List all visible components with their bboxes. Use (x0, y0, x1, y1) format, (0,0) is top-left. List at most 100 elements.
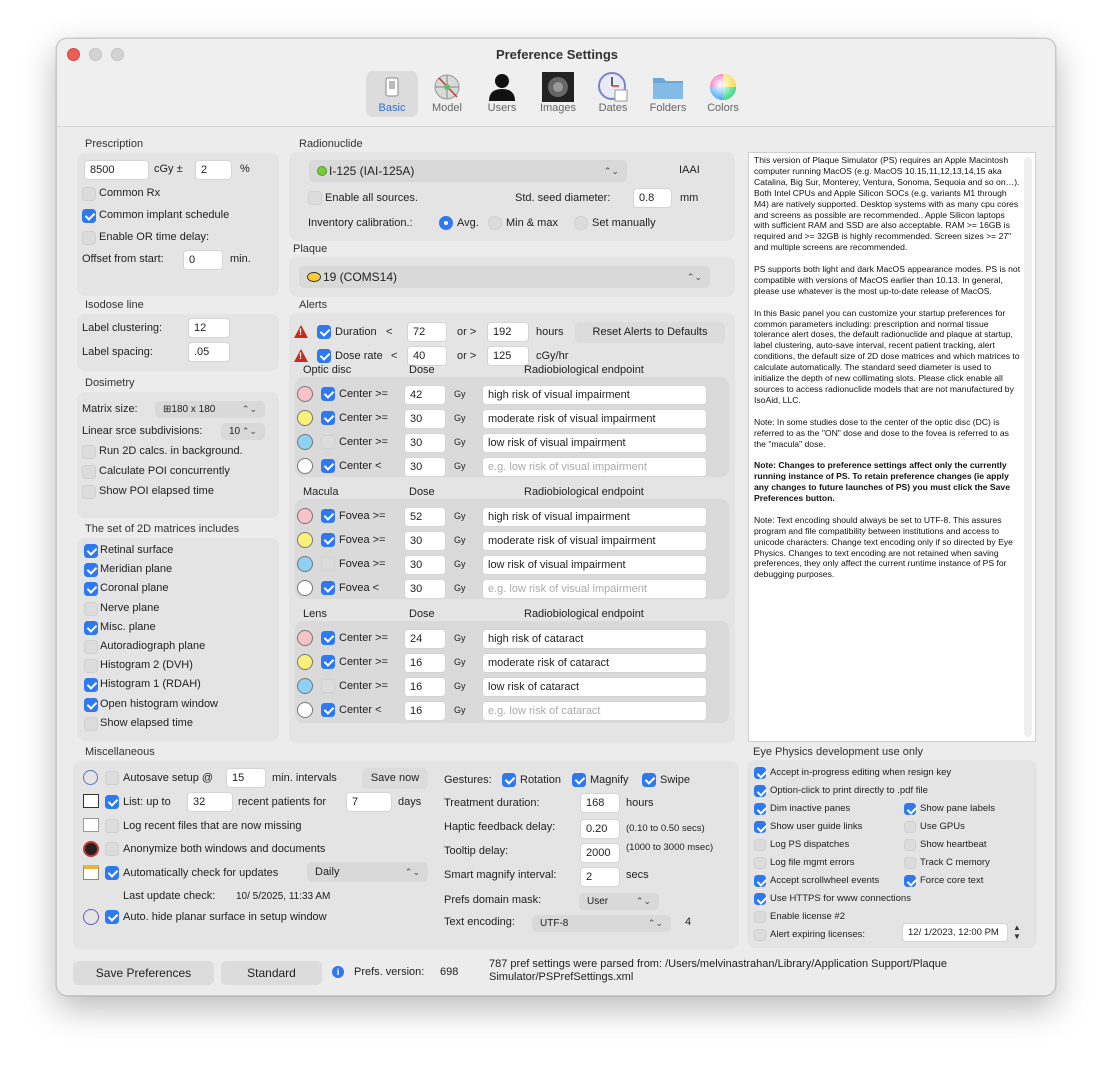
subdiv-select[interactable]: 10 ⌃⌄ (221, 423, 265, 440)
endpoint-enable-checkbox[interactable] (321, 581, 335, 595)
log-missing-checkbox[interactable] (105, 819, 119, 833)
risk-color-swatch[interactable] (297, 508, 313, 524)
dev-option-checkbox[interactable] (754, 911, 766, 923)
matrix-size-select[interactable]: ⊞180 x 180 ⌃⌄ (155, 401, 265, 418)
license-expiry-field[interactable]: 12/ 1/2023, 12:00 PM (902, 923, 1008, 942)
enable-all-sources-checkbox[interactable] (308, 191, 322, 205)
run-bg-checkbox[interactable] (82, 445, 96, 459)
clustering-field[interactable]: 12 (188, 318, 230, 338)
poi-checkbox[interactable] (82, 465, 96, 479)
risk-color-swatch[interactable] (297, 556, 313, 572)
risk-color-swatch[interactable] (297, 678, 313, 694)
endpoint-text-field[interactable]: high risk of cataract (482, 629, 707, 649)
or-delay-checkbox[interactable] (82, 231, 96, 245)
recent-days-field[interactable]: 7 (346, 792, 392, 812)
matrix-checkbox[interactable] (84, 716, 98, 731)
matrix-checkbox[interactable] (84, 544, 98, 558)
endpoint-enable-checkbox[interactable] (321, 631, 335, 645)
dev-option-checkbox[interactable] (754, 785, 766, 797)
update-frequency-select[interactable]: Daily ⌃⌄ (307, 862, 428, 882)
dev-option-checkbox[interactable] (904, 803, 916, 815)
endpoint-text-field[interactable]: e.g. low risk of cataract (482, 701, 707, 721)
endpoint-dose-field[interactable]: 30 (404, 409, 446, 429)
common-implant-checkbox[interactable] (82, 209, 96, 223)
duration-alert-checkbox[interactable] (317, 325, 331, 339)
save-preferences-button[interactable]: Save Preferences (73, 961, 214, 985)
poi-time-checkbox[interactable] (82, 485, 96, 499)
endpoint-enable-checkbox[interactable] (321, 387, 335, 401)
risk-color-swatch[interactable] (297, 434, 313, 450)
smart-magnify-field[interactable]: 2 (580, 867, 620, 887)
risk-color-swatch[interactable] (297, 386, 313, 402)
domain-mask-select[interactable]: User ⌃⌄ (579, 893, 659, 910)
endpoint-dose-field[interactable]: 30 (404, 531, 446, 551)
autosave-checkbox[interactable] (105, 771, 119, 785)
endpoint-text-field[interactable]: low risk of visual impairment (482, 433, 707, 453)
magnify-checkbox[interactable] (572, 773, 586, 787)
common-rx-checkbox[interactable] (82, 187, 96, 201)
endpoint-text-field[interactable]: high risk of visual impairment (482, 507, 707, 527)
text-encoding-select[interactable]: UTF-8 ⌃⌄ (532, 915, 671, 932)
tab-basic[interactable]: Basic (366, 71, 418, 117)
swipe-checkbox[interactable] (642, 773, 656, 787)
endpoint-text-field[interactable]: low risk of cataract (482, 677, 707, 697)
treatment-duration-field[interactable]: 168 (580, 793, 620, 813)
spacing-field[interactable]: .05 (188, 342, 230, 362)
auto-update-checkbox[interactable] (105, 866, 119, 880)
duration-high-field[interactable]: 192 (487, 322, 529, 342)
dose-rate-low-field[interactable]: 40 (407, 346, 447, 366)
matrix-checkbox[interactable] (84, 601, 98, 616)
endpoint-text-field[interactable]: moderate risk of visual impairment (482, 531, 707, 551)
rotation-checkbox[interactable] (502, 773, 516, 787)
dose-rate-alert-checkbox[interactable] (317, 349, 331, 363)
dev-option-checkbox[interactable] (754, 803, 766, 815)
dev-option-checkbox[interactable] (754, 839, 766, 851)
matrix-checkbox[interactable] (84, 582, 98, 597)
dev-option-checkbox[interactable] (904, 839, 916, 851)
dev-option-checkbox[interactable] (754, 767, 766, 779)
risk-color-swatch[interactable] (297, 630, 313, 646)
haptic-field[interactable]: 0.20 (580, 819, 620, 839)
dev-option-checkbox[interactable] (754, 929, 766, 941)
risk-color-swatch[interactable] (297, 580, 313, 596)
risk-color-swatch[interactable] (297, 532, 313, 548)
tab-users[interactable]: Users (476, 71, 528, 117)
endpoint-enable-checkbox[interactable] (321, 411, 335, 425)
save-now-button[interactable]: Save now (362, 768, 428, 789)
endpoint-enable-checkbox[interactable] (321, 435, 335, 449)
dev-option-checkbox[interactable] (754, 857, 766, 869)
endpoint-text-field[interactable]: e.g. low risk of visual impairment (482, 579, 707, 599)
endpoint-text-field[interactable]: e.g. low risk of visual impairment (482, 457, 707, 477)
help-text-panel[interactable]: This version of Plaque Simulator (PS) re… (748, 152, 1036, 742)
tab-images[interactable]: Images (532, 71, 584, 117)
endpoint-enable-checkbox[interactable] (321, 557, 335, 571)
endpoint-dose-field[interactable]: 30 (404, 457, 446, 477)
endpoint-enable-checkbox[interactable] (321, 655, 335, 669)
tab-colors[interactable]: Colors (697, 71, 749, 117)
endpoint-enable-checkbox[interactable] (321, 679, 335, 693)
endpoint-dose-field[interactable]: 30 (404, 579, 446, 599)
dev-option-checkbox[interactable] (754, 875, 766, 887)
radionuclide-select[interactable]: I-125 (IAI-125A) ⌃⌄ (309, 160, 627, 182)
matrix-checkbox[interactable] (84, 640, 98, 654)
matrix-checkbox[interactable] (84, 620, 98, 635)
tab-dates[interactable]: Dates (587, 71, 639, 117)
endpoint-dose-field[interactable]: 30 (404, 555, 446, 575)
endpoint-enable-checkbox[interactable] (321, 509, 335, 523)
endpoint-text-field[interactable]: high risk of visual impairment (482, 385, 707, 405)
anonymize-checkbox[interactable] (105, 842, 119, 856)
risk-color-swatch[interactable] (297, 458, 313, 474)
seed-diameter-field[interactable]: 0.8 (633, 188, 672, 208)
duration-low-field[interactable]: 72 (407, 322, 447, 342)
risk-color-swatch[interactable] (297, 654, 313, 670)
tooltip-field[interactable]: 2000 (580, 843, 620, 863)
dev-option-checkbox[interactable] (754, 821, 766, 833)
endpoint-dose-field[interactable]: 24 (404, 629, 446, 649)
endpoint-enable-checkbox[interactable] (321, 703, 335, 717)
endpoint-dose-field[interactable]: 42 (404, 385, 446, 405)
endpoint-text-field[interactable]: moderate risk of cataract (482, 653, 707, 673)
inventory-manual-radio[interactable] (574, 216, 588, 230)
prescription-dose-field[interactable]: 8500 (84, 160, 149, 180)
autosave-interval-field[interactable]: 15 (226, 768, 266, 788)
endpoint-enable-checkbox[interactable] (321, 459, 335, 473)
